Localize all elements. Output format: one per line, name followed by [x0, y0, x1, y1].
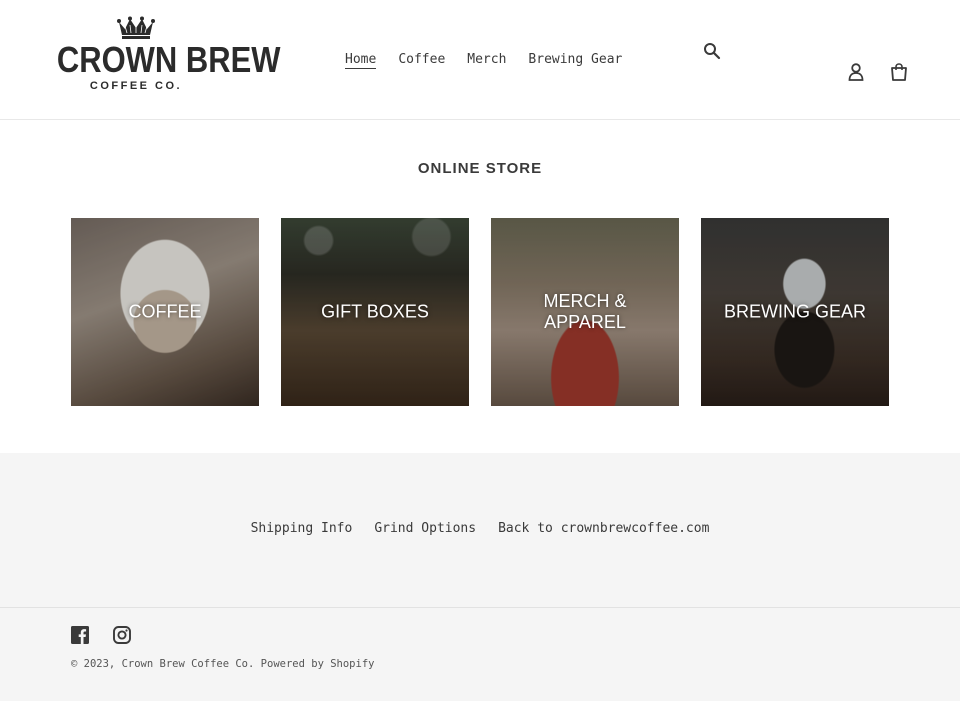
facebook-link[interactable]	[70, 625, 90, 645]
powered-by-link[interactable]: Powered by Shopify	[261, 658, 375, 670]
footer-link-shipping-info[interactable]: Shipping Info	[240, 519, 364, 539]
footer-link-grind-options[interactable]: Grind Options	[363, 519, 487, 539]
nav-item-home[interactable]: Home	[334, 50, 387, 70]
site-header: CROWN BREW COFFEE CO. Home Coffee Merch …	[0, 0, 960, 120]
search-button[interactable]	[701, 40, 723, 62]
site-logo[interactable]: CROWN BREW COFFEE CO.	[44, 16, 281, 102]
user-icon	[848, 63, 864, 81]
nav-item-label: Coffee	[398, 52, 446, 67]
nav-item-label: Brewing Gear	[528, 52, 623, 67]
collection-card-coffee[interactable]: COFFEE	[71, 218, 259, 406]
search-icon	[704, 43, 721, 60]
collection-card-merch-apparel[interactable]: MERCH & APPAREL	[491, 218, 679, 406]
site-footer: Shipping Info Grind Options Back to crow…	[0, 453, 960, 701]
social-links	[70, 625, 132, 645]
footer-link-back-to-site[interactable]: Back to crownbrewcoffee.com	[487, 519, 720, 539]
nav-item-coffee[interactable]: Coffee	[387, 50, 456, 70]
main-nav: Home Coffee Merch Brewing Gear	[334, 50, 633, 70]
instagram-icon	[113, 626, 131, 644]
copyright-prefix: © 2023,	[71, 658, 122, 670]
collection-card-gift-boxes[interactable]: GIFT BOXES	[281, 218, 469, 406]
cart-button[interactable]	[888, 61, 910, 83]
crown-icon	[117, 16, 155, 39]
section-title: ONLINE STORE	[417, 160, 543, 177]
logo-name: CROWN BREW	[56, 39, 281, 80]
collection-card-brewing-gear[interactable]: BREWING GEAR	[701, 218, 889, 406]
collection-title: COFFEE	[128, 301, 202, 322]
nav-item-merch[interactable]: Merch	[456, 50, 517, 70]
collection-title: GIFT BOXES	[321, 301, 429, 322]
collection-title: BREWING GEAR	[723, 301, 866, 322]
footer-menu: Shipping Info Grind Options Back to crow…	[0, 519, 960, 539]
cart-icon	[891, 63, 907, 81]
account-button[interactable]	[845, 61, 867, 83]
logo-tagline: COFFEE CO.	[89, 80, 183, 92]
copyright-text: © 2023, Crown Brew Coffee Co. Powered by…	[71, 658, 374, 670]
footer-divider	[0, 607, 960, 608]
nav-item-label: Merch	[467, 52, 507, 67]
collection-grid: COFFEE GIFT BOXES MERCH & APPAREL BREWIN…	[71, 218, 889, 406]
copyright-brand-link[interactable]: Crown Brew Coffee Co.	[122, 658, 255, 670]
facebook-icon	[71, 626, 89, 644]
nav-item-label: Home	[345, 52, 377, 69]
collection-title: MERCH & APPAREL	[543, 291, 627, 332]
instagram-link[interactable]	[112, 625, 132, 645]
nav-item-brewing-gear[interactable]: Brewing Gear	[517, 50, 633, 70]
